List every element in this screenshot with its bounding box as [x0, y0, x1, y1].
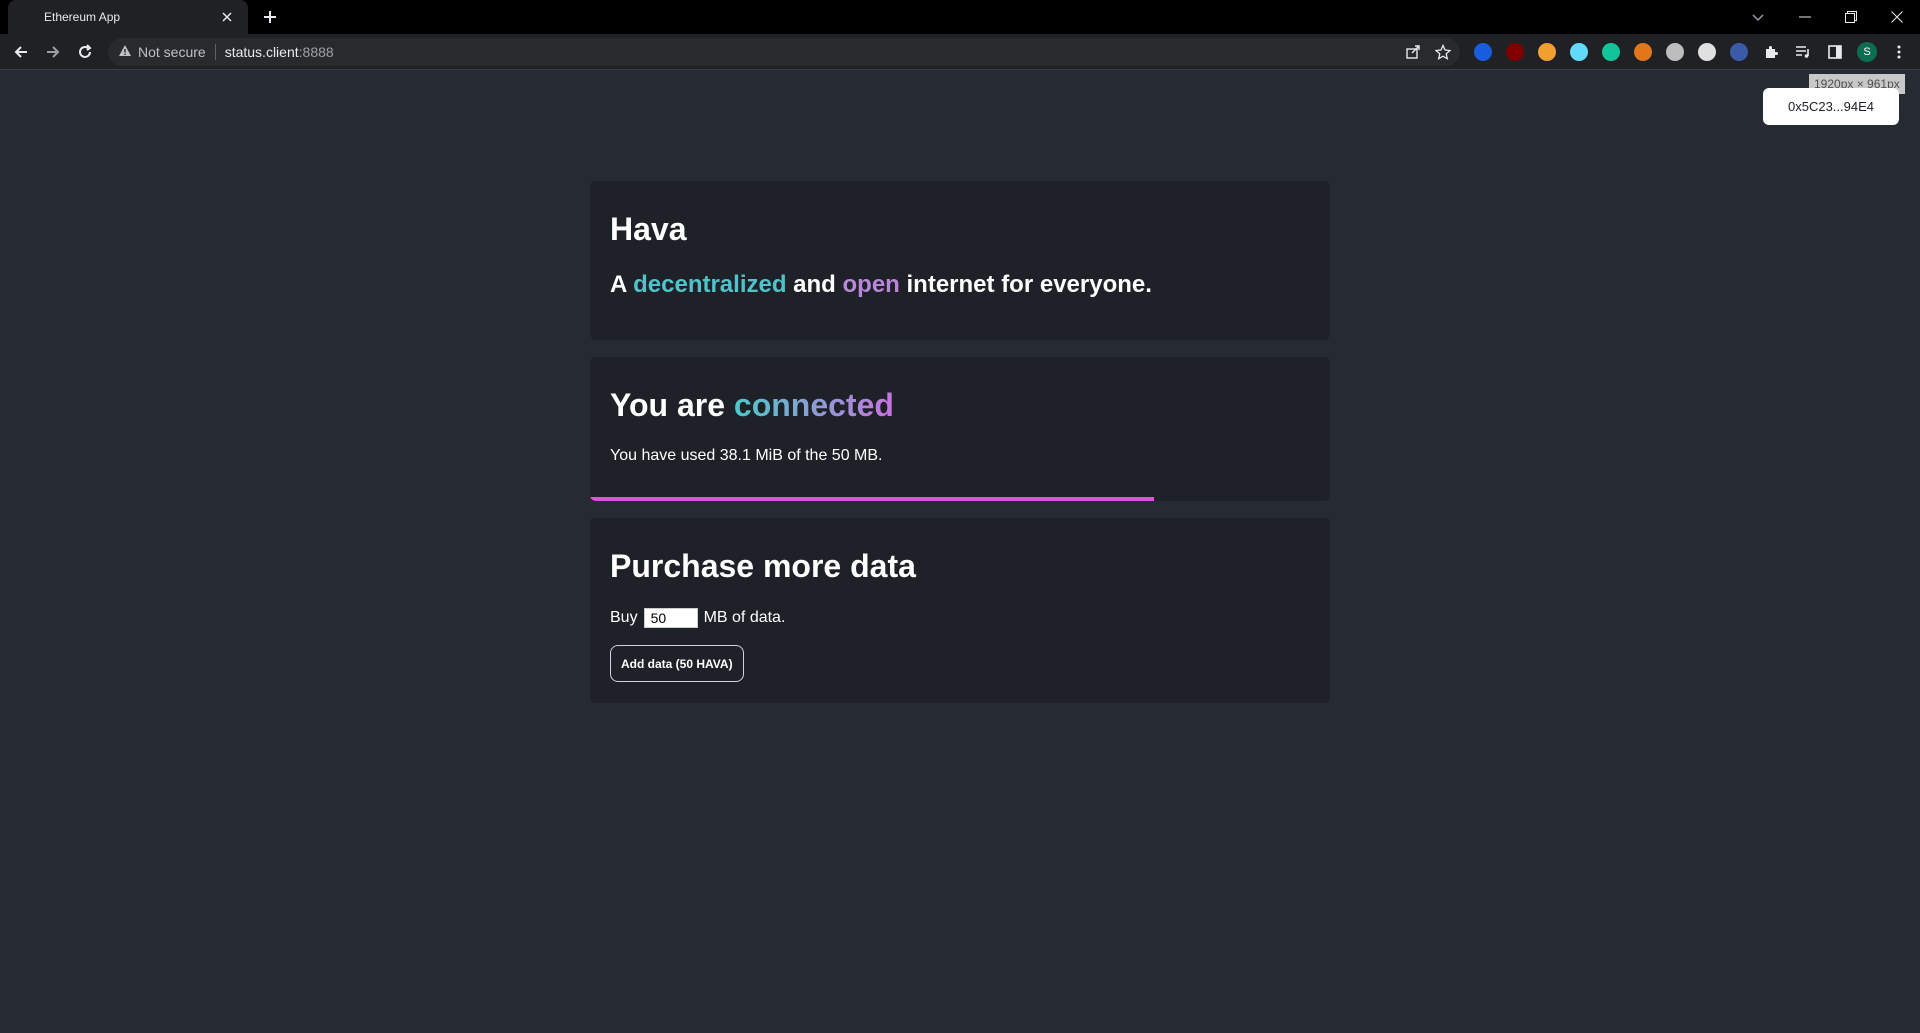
cookie-icon-glyph — [1538, 43, 1556, 61]
buy-prefix: Buy — [610, 609, 638, 626]
bitwarden-icon[interactable] — [1470, 39, 1496, 65]
extensions-puzzle-icon[interactable] — [1758, 39, 1784, 65]
connection-state: connected — [733, 387, 894, 423]
browser-toolbar: Not secure status.client:8888 S — [0, 34, 1920, 70]
usage-progress-bar — [590, 497, 1330, 501]
security-indicator[interactable]: Not secure — [118, 44, 206, 60]
data-extension-icon-glyph — [1730, 43, 1748, 61]
address-separator — [214, 44, 216, 60]
share-icon[interactable] — [1402, 41, 1424, 63]
intro-card: Hava A decentralized and open internet f… — [590, 181, 1330, 340]
purchase-title: Purchase more data — [610, 548, 916, 584]
usage-text: You have used 38.1 MiB of the 50 MB. — [610, 447, 883, 464]
address-bar[interactable]: Not secure status.client:8888 — [108, 38, 1460, 66]
metamask-icon-glyph — [1634, 43, 1652, 61]
data-amount-input[interactable] — [643, 608, 698, 628]
ublock-icon[interactable] — [1502, 39, 1528, 65]
tagline-highlight-open: open — [842, 271, 900, 298]
connection-status-title: You are connected — [610, 387, 894, 424]
security-label: Not secure — [138, 44, 206, 60]
tab-close-icon[interactable] — [218, 8, 236, 26]
buy-row: Buy MB of data. — [610, 608, 785, 628]
tagline: A decentralized and open internet for ev… — [610, 271, 1152, 299]
circle-extension-icon-glyph — [1698, 43, 1716, 61]
metamask-icon[interactable] — [1630, 39, 1656, 65]
ublock-icon-glyph — [1506, 43, 1524, 61]
record-icon-glyph — [1666, 43, 1684, 61]
browser-titlebar: Ethereum App — [0, 0, 1920, 34]
usage-progress-fill — [590, 497, 1154, 501]
add-data-button[interactable]: Add data (50 HAVA) — [610, 645, 744, 682]
tagline-highlight-decentralized: decentralized — [633, 271, 787, 298]
purchase-card: Purchase more data Buy MB of data. Add d… — [590, 518, 1330, 703]
browser-tab[interactable]: Ethereum App — [8, 0, 248, 34]
record-icon[interactable] — [1662, 39, 1688, 65]
bitwarden-icon-glyph — [1474, 43, 1492, 61]
cookie-icon[interactable] — [1534, 39, 1560, 65]
grammarly-icon[interactable] — [1598, 39, 1624, 65]
warning-icon — [118, 44, 132, 60]
browser-menu-icon[interactable] — [1886, 39, 1912, 65]
status-card: You are connected You have used 38.1 MiB… — [590, 357, 1330, 501]
reload-icon[interactable] — [72, 39, 98, 65]
url-host: status.client — [224, 44, 299, 60]
back-icon[interactable] — [8, 39, 34, 65]
url-port: :8888 — [298, 44, 334, 60]
status-prefix: You are — [610, 387, 734, 423]
profile-initial: S — [1857, 42, 1877, 62]
react-devtools-icon[interactable] — [1566, 39, 1592, 65]
wallet-address-button[interactable]: 0x5C23...94E4 — [1763, 88, 1899, 125]
profile-avatar[interactable]: S — [1854, 39, 1880, 65]
restore-icon[interactable] — [1828, 0, 1874, 34]
close-window-icon[interactable] — [1874, 0, 1920, 34]
data-extension-icon[interactable] — [1726, 39, 1752, 65]
tagline-prefix: A — [610, 271, 634, 298]
forward-icon[interactable] — [40, 39, 66, 65]
bookmark-star-icon[interactable] — [1432, 41, 1454, 63]
circle-extension-icon[interactable] — [1694, 39, 1720, 65]
react-devtools-icon-glyph — [1570, 43, 1588, 61]
tagline-mid: and — [786, 271, 843, 298]
buy-suffix: MB of data. — [703, 609, 786, 626]
new-tab-icon[interactable] — [258, 5, 282, 29]
tab-title: Ethereum App — [44, 10, 121, 24]
brand-title: Hava — [610, 211, 687, 247]
media-controls-icon[interactable] — [1790, 39, 1816, 65]
tab-search-icon[interactable] — [1745, 5, 1771, 31]
minimize-icon[interactable] — [1782, 0, 1828, 34]
grammarly-icon-glyph — [1602, 43, 1620, 61]
extensions-area: S — [1470, 39, 1912, 65]
side-panel-icon[interactable] — [1822, 39, 1848, 65]
tagline-suffix: internet for everyone. — [899, 271, 1152, 298]
